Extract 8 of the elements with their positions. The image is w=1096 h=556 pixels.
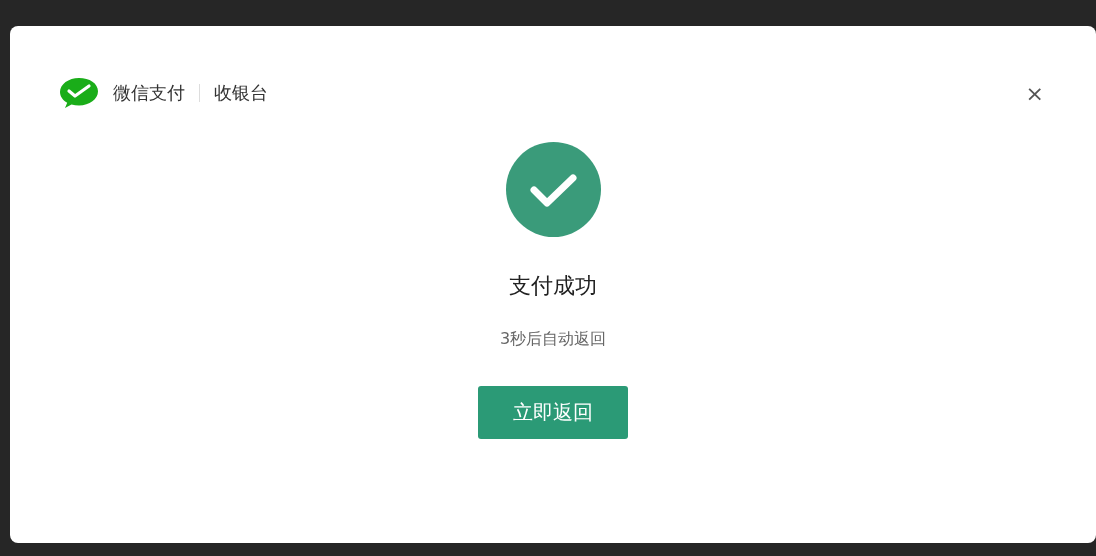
close-button[interactable]: × (1021, 80, 1048, 106)
section-title: 收银台 (214, 81, 268, 105)
chat-bubble-check-icon (59, 77, 99, 109)
countdown-text: 3秒后自动返回 (499, 329, 607, 350)
return-button[interactable]: 立即返回 (478, 386, 628, 439)
brand-name: 微信支付 (113, 81, 185, 105)
success-check-icon (505, 142, 601, 237)
success-title: 支付成功 (509, 272, 597, 300)
